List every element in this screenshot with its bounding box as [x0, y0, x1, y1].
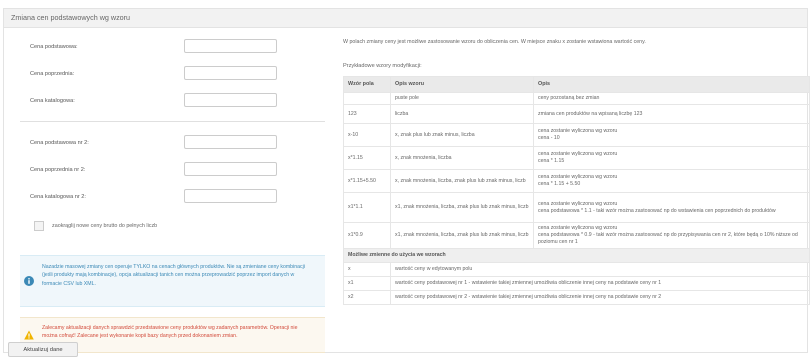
result-cell: cena zostanie wyliczona wg wzoru cena * …	[533, 169, 810, 193]
formula-cell: x*1.15+5.50	[343, 169, 391, 193]
formula-cell: x1*1.1	[343, 192, 391, 223]
field-row: Cena katalogowa nr 2:	[20, 189, 325, 205]
table-row: x2 wartość ceny podstawowej nr 2 - wstaw…	[343, 290, 810, 305]
table-header-row: Wzór pola Opis wzoru Opis	[343, 76, 810, 93]
field-label: Cena podstawowa nr 2:	[30, 140, 89, 146]
panel-title: Zmiana cen podstawowych wg wzoru	[4, 9, 807, 28]
warning-text: Zalecamy aktualizacji danych sprawdzić p…	[42, 325, 298, 340]
formula-desc-cell: liczba	[390, 104, 534, 124]
result-cell: cena zostanie wyliczona wg wzoru cena po…	[533, 192, 810, 223]
column-header: Opis wzoru	[390, 76, 534, 93]
round-prices-checkbox[interactable]	[34, 221, 44, 231]
variable-desc-cell: wartość ceny podstawowej nr 1 - wstawien…	[390, 276, 810, 291]
warning-triangle-icon	[24, 330, 34, 340]
table-row: x1*0.9 x1, znak mnożenia, liczba, znak p…	[343, 222, 810, 249]
formula-cell: x-10	[343, 123, 391, 147]
formula-desc-cell: x1, znak mnożenia, liczba, znak plus lub…	[390, 222, 534, 249]
field-label: Cena katalogowa nr 2:	[30, 194, 86, 200]
formula-cell: x1*0.9	[343, 222, 391, 249]
variable-desc-cell: wartość ceny podstawowej nr 2 - wstawien…	[390, 290, 810, 305]
variable-desc-cell: wartość ceny w edytowanym polu	[390, 262, 810, 277]
base-price-input[interactable]	[184, 39, 277, 53]
formula-cell: 123	[343, 104, 391, 124]
table-row: x*1.15 x, znak mnożenia, liczba cena zos…	[343, 146, 810, 170]
table-row: x1*1.1 x1, znak mnożenia, liczba, znak p…	[343, 192, 810, 223]
field-label: Cena poprzednia:	[30, 71, 75, 77]
formula-desc-cell: puste pole	[390, 92, 534, 105]
table-row: x-10 x, znak plus lub znak minus, liczba…	[343, 123, 810, 147]
info-circle-icon	[24, 276, 34, 286]
round-prices-label: zaokrąglij nowe ceny brutto do pełnych l…	[52, 223, 158, 229]
table-row: x wartość ceny w edytowanym polu	[343, 262, 810, 277]
formula-desc-cell: x, znak mnożenia, liczba, znak plus lub …	[390, 169, 534, 193]
formula-desc-cell: x1, znak mnożenia, liczba, znak plus lub…	[390, 192, 534, 223]
variable-name-cell: x	[343, 262, 391, 277]
result-cell: cena zostanie wyliczona wg wzoru cena * …	[533, 146, 810, 170]
price-formula-panel: Zmiana cen podstawowych wg wzoru Cena po…	[3, 8, 810, 357]
table-row: 123 liczba zmiana cen produktów na wpisa…	[343, 104, 810, 124]
result-cell: ceny pozostaną bez zmian	[533, 92, 810, 105]
field-row: Cena poprzednia nr 2:	[20, 162, 325, 178]
info-alert: Nazadzie masowej zmiany cen operuje TYLK…	[20, 255, 325, 307]
column-header: Opis	[533, 76, 810, 93]
field-label: Cena podstawowa:	[30, 44, 78, 50]
catalog-price-2-input[interactable]	[184, 189, 277, 203]
field-row: Cena poprzednia:	[20, 66, 325, 82]
catalog-price-input[interactable]	[184, 93, 277, 107]
field-row: Cena katalogowa:	[20, 93, 325, 109]
result-cell: zmiana cen produktów na wpisaną liczbę 1…	[533, 104, 810, 124]
formula-cell: x*1.15	[343, 146, 391, 170]
field-row: Cena podstawowa nr 2:	[20, 135, 325, 151]
help-intro: W polach zmiany ceny jest możliwe zastos…	[343, 39, 646, 45]
round-prices-option[interactable]: zaokrąglij nowe ceny brutto do pełnych l…	[34, 220, 324, 234]
section-header-row: Możliwe zmienne do użycia we wzorach	[343, 248, 810, 263]
field-label: Cena katalogowa:	[30, 98, 75, 104]
field-label: Cena poprzednia nr 2:	[30, 167, 86, 173]
result-cell: cena zostanie wyliczona wg wzoru cena po…	[533, 222, 810, 249]
table-row: puste pole ceny pozostaną bez zmian	[343, 92, 810, 105]
table-row: x*1.15+5.50 x, znak mnożenia, liczba, zn…	[343, 169, 810, 193]
result-cell: cena zostanie wyliczona wg wzoru cena - …	[533, 123, 810, 147]
section-title: Możliwe zmienne do użycia we wzorach	[343, 248, 810, 263]
previous-price-input[interactable]	[184, 66, 277, 80]
variable-name-cell: x2	[343, 290, 391, 305]
previous-price-2-input[interactable]	[184, 162, 277, 176]
examples-table: Wzór pola Opis wzoru Opis puste pole cen…	[343, 76, 810, 305]
formula-desc-cell: x, znak plus lub znak minus, liczba	[390, 123, 534, 147]
column-header: Wzór pola	[343, 76, 391, 93]
info-text: Nazadzie masowej zmiany cen operuje TYLK…	[42, 264, 305, 287]
divider	[20, 121, 325, 122]
formula-cell	[343, 92, 391, 105]
variable-name-cell: x1	[343, 276, 391, 291]
formula-desc-cell: x, znak mnożenia, liczba	[390, 146, 534, 170]
table-row: x1 wartość ceny podstawowej nr 1 - wstaw…	[343, 276, 810, 291]
field-row: Cena podstawowa:	[20, 39, 325, 55]
examples-title: Przykładowe wzory modyfikacji:	[343, 63, 422, 69]
base-price-2-input[interactable]	[184, 135, 277, 149]
